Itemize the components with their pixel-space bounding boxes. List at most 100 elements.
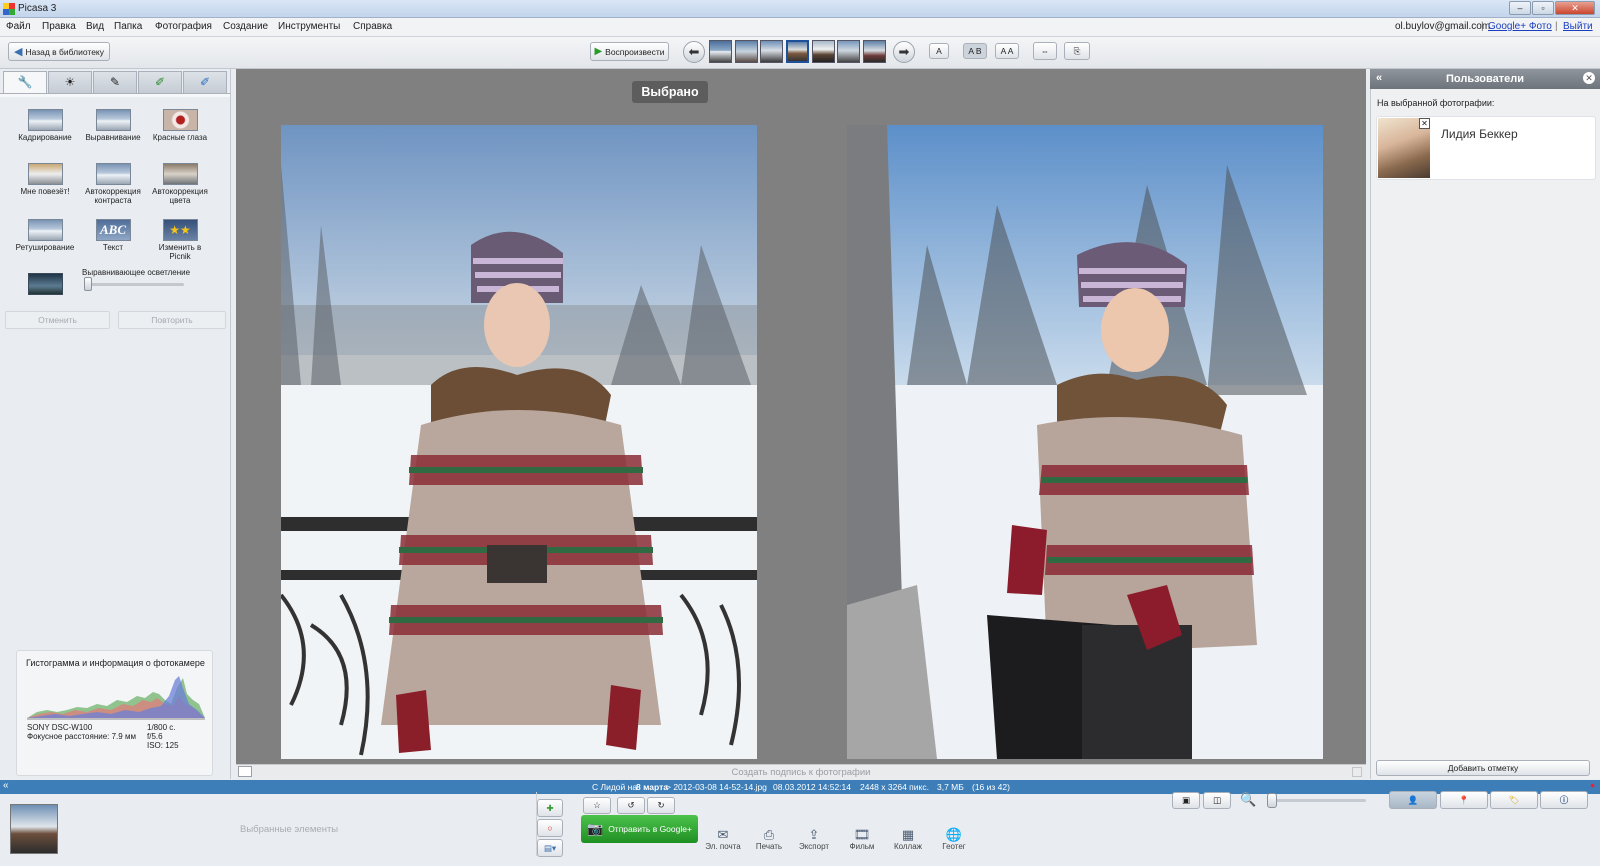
map-pin-icon: 📍	[1458, 794, 1470, 805]
status-count: (16 из 42)	[972, 782, 1010, 792]
rotate-right-button[interactable]: ↻	[647, 797, 675, 814]
fill-light-slider[interactable]	[84, 277, 92, 291]
auto-color-label: Автокоррекция цвета	[152, 187, 208, 205]
menu-create[interactable]: Создание	[223, 21, 268, 32]
picnik-label: Изменить в Picnik	[158, 243, 202, 261]
red-eye-tool[interactable]: Красные глаза	[147, 109, 213, 143]
auto-contrast-tool[interactable]: Автокоррекция контраста	[80, 163, 146, 205]
crop-tool[interactable]: Кадрирование	[12, 109, 78, 143]
share-google-plus-button[interactable]: 📷 Отправить в Google+	[581, 815, 698, 843]
filmstrip-thumb[interactable]	[837, 40, 860, 63]
tags-panel-button[interactable]: 🏷	[1490, 791, 1538, 809]
caption-mode-a-button[interactable]: A	[929, 43, 949, 59]
filmstrip-thumb-selected[interactable]	[786, 40, 809, 63]
menu-view[interactable]: Вид	[86, 21, 104, 32]
movie-button[interactable]: 🎞 Фильм	[836, 827, 888, 852]
retouch-tool[interactable]: Ретуширование	[12, 219, 78, 253]
text-tool[interactable]: ABC Текст	[80, 219, 146, 253]
undo-button[interactable]: Отменить	[5, 311, 110, 329]
feeling-lucky-tool[interactable]: Мне повезёт!	[12, 163, 78, 197]
next-photo-button[interactable]: ➡	[893, 41, 915, 63]
clear-tray-button[interactable]: ○	[537, 819, 563, 837]
auto-color-tool[interactable]: Автокоррекция цвета	[147, 163, 213, 205]
play-slideshow-button[interactable]: ▶ Воспроизвести	[590, 42, 669, 61]
filmstrip-thumb[interactable]	[735, 40, 758, 63]
filmstrip-thumb-selected[interactable]	[812, 40, 835, 63]
pin-green-icon: ✚	[546, 802, 554, 813]
google-photos-link[interactable]: Google+ Фото	[1488, 21, 1552, 32]
back-to-library-button[interactable]: ◀ Назад в библиотеку	[8, 42, 110, 61]
camera-model: SONY DSC-W100	[27, 723, 93, 732]
tab-tuning[interactable]: ☀	[48, 71, 92, 93]
swap-photos-button[interactable]: ⇔	[1033, 42, 1057, 60]
geotag-button[interactable]: 🌐 Геотег	[928, 827, 980, 852]
people-subtitle: На выбранной фотографии:	[1377, 98, 1495, 108]
redo-button[interactable]: Повторить	[118, 311, 226, 329]
map-pin-icon[interactable]: ●	[1590, 780, 1595, 790]
view-compare-button[interactable]: ◫	[1203, 792, 1231, 809]
hold-button[interactable]: ✚	[537, 799, 563, 817]
caption-mode-aa-label: A A	[1000, 46, 1014, 56]
picnik-tool[interactable]: ★★ Изменить в Picnik	[147, 219, 213, 261]
tray-thumbnail[interactable]	[10, 804, 58, 854]
star-icon: ☆	[593, 800, 601, 810]
caption-expand-icon[interactable]	[1352, 767, 1362, 777]
menu-edit[interactable]: Правка	[42, 21, 76, 32]
add-tag-button[interactable]: Добавить отметку	[1376, 760, 1590, 776]
filmstrip-thumb[interactable]	[709, 40, 732, 63]
star-button[interactable]: ☆	[583, 797, 611, 814]
straighten-icon	[95, 109, 131, 131]
close-panel-icon[interactable]: ✕	[1583, 72, 1595, 84]
rotate-left-button[interactable]: ↺	[617, 797, 645, 814]
play-label: Воспроизвести	[605, 46, 665, 57]
menu-separator: |	[1555, 21, 1558, 32]
collapse-tray-icon[interactable]: «	[3, 780, 9, 791]
tab-effects-3[interactable]: ✐	[183, 71, 227, 93]
menu-photo[interactable]: Фотография	[155, 21, 212, 32]
tab-effects-2[interactable]: ✐	[138, 71, 182, 93]
filmstrip-thumb[interactable]	[863, 40, 886, 63]
people-panel-button[interactable]: 👤	[1389, 791, 1437, 809]
tab-basic-fixes[interactable]: 🔧	[3, 71, 47, 93]
caption-input[interactable]: Создать подпись к фотографии	[236, 767, 1366, 778]
eye-icon	[162, 109, 198, 131]
person-card[interactable]: ✕ Лидия Беккер	[1376, 116, 1596, 180]
camera-plus-icon: 📷	[587, 821, 604, 836]
straighten-label: Выравнивание	[85, 133, 141, 142]
feeling-lucky-label: Мне повезёт!	[20, 187, 70, 196]
add-to-album-button[interactable]: ▤▾	[537, 839, 563, 857]
geotag-icon: 🌐	[945, 827, 963, 842]
previous-photo-button[interactable]: ⬅	[683, 41, 705, 63]
filmstrip-thumb[interactable]	[760, 40, 783, 63]
histogram-panel: Гистограмма и информация о фотокамере SO…	[16, 650, 213, 776]
zoom-slider[interactable]	[1267, 793, 1277, 808]
focal-length: Фокусное расстояние: 7.9 мм	[27, 732, 136, 741]
view-single-button[interactable]: ▣	[1172, 792, 1200, 809]
single-view-icon: ▣	[1181, 795, 1191, 805]
tab-effects-1[interactable]: ✎	[93, 71, 137, 93]
zoom-track	[1270, 799, 1366, 802]
maximize-icon[interactable]: ▫	[1532, 1, 1554, 15]
menu-file[interactable]: Файл	[6, 21, 31, 32]
minimize-icon[interactable]: –	[1509, 1, 1531, 15]
straighten-tool[interactable]: Выравнивание	[80, 109, 146, 143]
photo-right[interactable]	[847, 125, 1323, 759]
menu-folder[interactable]: Папка	[114, 21, 142, 32]
zoom-icon: 🔍	[1240, 792, 1257, 807]
menu-help[interactable]: Справка	[353, 21, 392, 32]
collage-icon: ▦	[901, 827, 915, 842]
photo-left[interactable]	[281, 125, 757, 759]
menu-tools[interactable]: Инструменты	[278, 21, 340, 32]
collage-button[interactable]: ▦ Коллаж	[882, 827, 934, 852]
logout-link[interactable]: Выйти	[1563, 21, 1593, 32]
places-panel-button[interactable]: 📍	[1440, 791, 1488, 809]
caption-mode-aa-button[interactable]: A A	[995, 43, 1019, 59]
export-button[interactable]: ⇪ Экспорт	[788, 828, 840, 852]
remove-tag-icon[interactable]: ✕	[1419, 118, 1430, 129]
lock-compare-button[interactable]: ⎘	[1064, 42, 1090, 60]
email-button[interactable]: ✉ Эл. почта	[697, 828, 749, 852]
info-panel-button[interactable]: ⓘ	[1540, 791, 1588, 809]
movie-icon: 🎞	[853, 827, 871, 842]
close-icon[interactable]: ✕	[1555, 1, 1595, 15]
caption-mode-ab-button[interactable]: A B	[963, 43, 987, 59]
